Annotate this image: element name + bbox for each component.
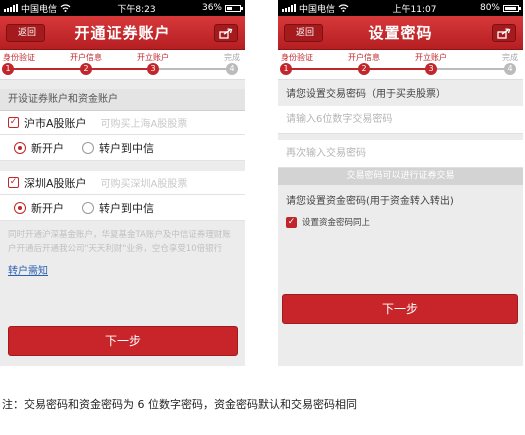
checkbox-sh[interactable]: ✓: [8, 117, 19, 128]
phone-open-account: 中国电信 下午8:23 36% 返回 开通证券账户 身份验证 开户信息 开立账户…: [0, 0, 245, 366]
next-button[interactable]: 下一步: [8, 326, 238, 356]
account-hint-sz: 可购买深圳A股股票: [100, 179, 188, 190]
status-bar: 中国电信 下午8:23 36%: [0, 0, 245, 16]
step-dot-3: 3: [147, 63, 159, 75]
step-dot-3: 3: [425, 63, 437, 75]
signal-icon: [4, 4, 18, 12]
step-dot-2: 2: [80, 63, 92, 75]
battery-icon: [503, 4, 521, 12]
step-label-1: 身份验证: [281, 53, 313, 62]
radio-new-sz[interactable]: 新开户: [14, 200, 64, 216]
footnote: 注：交易密码和资金密码为 6 位数字密码，资金密码默认和交易密码相同: [2, 398, 357, 411]
page-title: 设置密码: [368, 24, 433, 42]
status-bar: 中国电信 上午11:07 80%: [278, 0, 523, 16]
account-note: 同时开通沪深基金账户，华夏基金TA账户及中信证券理财账户开通后开通我公司"天天利…: [0, 221, 245, 256]
section-title: 开设证券账户和资金账户: [0, 89, 245, 111]
share-button[interactable]: [492, 24, 516, 42]
step-dot-4: 4: [226, 63, 238, 75]
step-label-2: 开户信息: [348, 53, 380, 62]
step-dot-1: 1: [2, 63, 14, 75]
trade-password-label: 请您设置交易密码（用于买卖股票）: [278, 84, 523, 106]
step-label-2: 开户信息: [70, 53, 102, 62]
step-dot-1: 1: [280, 63, 292, 75]
battery-percent: 80%: [479, 3, 500, 13]
step-dot-4: 4: [504, 63, 516, 75]
time-label: 上午11:07: [392, 4, 437, 15]
back-button[interactable]: 返回: [6, 24, 46, 42]
progress-line-pending: [431, 68, 511, 70]
trade-password-banner: 交易密码可以进行证券交易: [278, 168, 523, 185]
same-password-option[interactable]: ✓ 设置资金密码同上: [278, 213, 523, 231]
radio-label: 新开户: [31, 201, 64, 215]
fund-password-label: 请您设置资金密码(用于资金转入转出): [278, 191, 523, 213]
transfer-notice-link[interactable]: 转户需知: [0, 256, 245, 277]
carrier-label: 中国电信: [299, 4, 336, 15]
checkbox-checked-icon[interactable]: ✓: [286, 216, 297, 228]
screenshot-stage: 中国电信 下午8:23 36% 返回 开通证券账户 身份验证 开户信息 开立账户…: [0, 0, 525, 435]
share-icon: [497, 27, 511, 39]
next-button[interactable]: 下一步: [282, 294, 518, 324]
back-button[interactable]: 返回: [284, 24, 324, 42]
radio-transfer-sh[interactable]: 转户到中信: [82, 140, 154, 156]
battery-icon: [225, 4, 243, 12]
account-hint-sh: 可购买上海A股股票: [100, 119, 188, 130]
same-password-label: 设置资金密码同上: [302, 218, 371, 228]
radio-dot-icon: [82, 141, 94, 154]
nav-bar: 返回 设置密码: [278, 16, 523, 50]
trade-password-confirm-input[interactable]: 再次输入交易密码: [278, 140, 523, 168]
radio-new-sh[interactable]: 新开户: [14, 140, 64, 156]
progress-line-pending: [153, 68, 233, 70]
radio-label: 转户到中信: [99, 141, 154, 155]
account-name-sh: 沪市A股账户: [24, 116, 87, 130]
wifi-icon: [60, 4, 71, 12]
step-label-3: 开立账户: [137, 53, 169, 62]
step-label-3: 开立账户: [415, 53, 447, 62]
page-title: 开通证券账户: [74, 24, 171, 42]
battery-percent: 36%: [201, 3, 222, 13]
time-label: 下午8:23: [117, 4, 156, 15]
radio-label: 新开户: [31, 141, 64, 155]
phone-set-password: 中国电信 上午11:07 80% 返回 设置密码 身份验证 开户信息 开立账户 …: [278, 0, 523, 366]
signal-icon: [282, 4, 296, 12]
step-label-1: 身份验证: [3, 53, 35, 62]
account-row-sz[interactable]: ✓ 深圳A股账户 可购买深圳A股股票: [0, 171, 245, 195]
wifi-icon: [338, 4, 349, 12]
carrier-label: 中国电信: [21, 4, 58, 15]
radio-dot-icon: [14, 201, 26, 214]
share-icon: [219, 27, 233, 39]
progress-steps: 身份验证 开户信息 开立账户 完成 1 2 3 4: [0, 50, 245, 80]
nav-bar: 返回 开通证券账户: [0, 16, 245, 50]
step-dot-2: 2: [358, 63, 370, 75]
account-name-sz: 深圳A股账户: [24, 176, 87, 190]
step-label-4: 完成: [224, 53, 240, 62]
radio-transfer-sz[interactable]: 转户到中信: [82, 200, 154, 216]
share-button[interactable]: [214, 24, 238, 42]
progress-steps: 身份验证 开户信息 开立账户 完成 1 2 3 4: [278, 50, 523, 80]
radio-dot-icon: [82, 201, 94, 214]
checkbox-sz[interactable]: ✓: [8, 177, 19, 188]
radio-group-sh: 新开户 转户到中信: [0, 135, 245, 161]
radio-dot-icon: [14, 141, 26, 154]
trade-password-input[interactable]: 请输入6位数字交易密码: [278, 106, 523, 134]
step-label-4: 完成: [502, 53, 518, 62]
radio-group-sz: 新开户 转户到中信: [0, 195, 245, 221]
radio-label: 转户到中信: [99, 201, 154, 215]
account-row-sh[interactable]: ✓ 沪市A股账户 可购买上海A股股票: [0, 111, 245, 135]
